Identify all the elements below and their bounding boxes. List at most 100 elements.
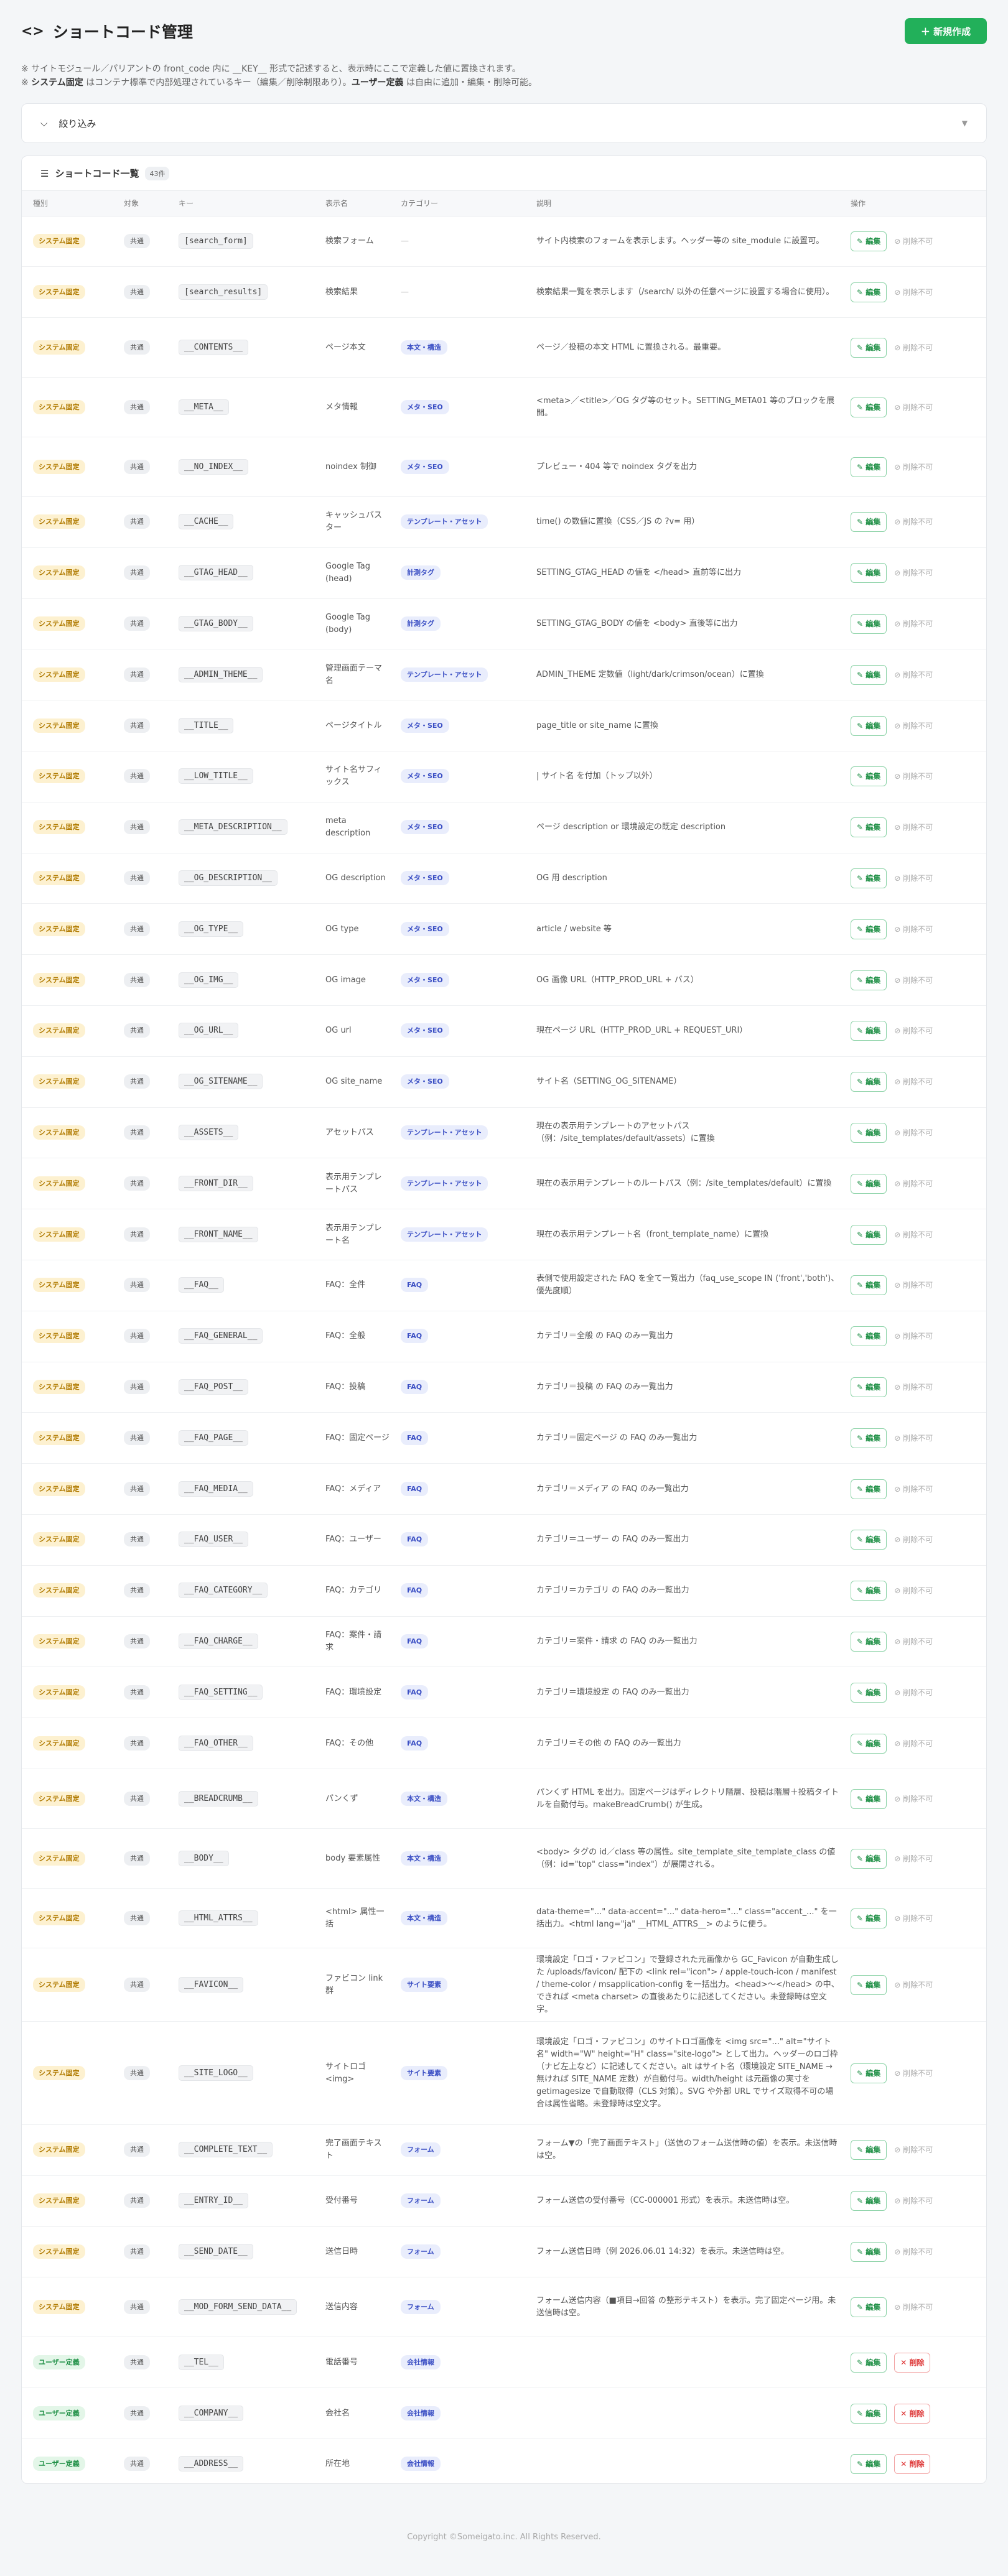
edit-button[interactable]: ✎ 編集: [851, 766, 887, 787]
row-actions: ✎ 編集 ⊘ 削除不可: [851, 868, 986, 889]
new-shortcode-button[interactable]: ＋ 新規作成: [905, 18, 987, 44]
edit-button[interactable]: ✎ 編集: [851, 1326, 887, 1347]
target-badge: 共通: [124, 972, 150, 987]
edit-button[interactable]: ✎ 編集: [851, 2063, 887, 2083]
table-row: システム固定 共通 __NO_INDEX__ noindex 制御 メタ・SEO プレビュ…: [22, 437, 986, 498]
edit-button[interactable]: ✎ 編集: [851, 868, 887, 889]
edit-button[interactable]: ✎ 編集: [851, 919, 887, 939]
edit-button[interactable]: ✎ 編集: [851, 715, 887, 736]
shortcode-key: __FRONT_NAME__: [179, 1226, 258, 1242]
display-name: 表示用テンプレート名: [314, 1209, 390, 1261]
delete-disabled: ⊘ 削除不可: [894, 569, 933, 578]
display-name: FAQ：投稿: [314, 1362, 390, 1413]
edit-button[interactable]: ✎ 編集: [851, 614, 887, 635]
shortcode-key: __FAQ_USER__: [179, 1532, 248, 1548]
category-badge: テンプレート・アセット: [401, 1125, 488, 1140]
edit-button[interactable]: ✎ 編集: [851, 1072, 887, 1092]
category-badge: 会社情報: [401, 2457, 441, 2471]
type-badge: ユーザー定義: [33, 2406, 85, 2420]
edit-button[interactable]: ✎ 編集: [851, 512, 887, 532]
edit-button[interactable]: ✎ 編集: [851, 457, 887, 477]
target-badge: 共通: [124, 1125, 150, 1140]
edit-button[interactable]: ✎ 編集: [851, 2191, 887, 2211]
edit-button[interactable]: ✎ 編集: [851, 2403, 887, 2424]
page-title-text: ショートコード管理: [52, 23, 193, 41]
display-name: OG site_name: [314, 1056, 390, 1108]
type-badge: システム固定: [33, 1791, 85, 1806]
edit-button[interactable]: ✎ 編集: [851, 1788, 887, 1809]
delete-button[interactable]: ✕ 削除: [894, 2403, 931, 2424]
edit-button[interactable]: ✎ 編集: [851, 1530, 887, 1550]
edit-button[interactable]: ✎ 編集: [851, 664, 887, 685]
filter-label: 絞り込み: [58, 118, 96, 129]
edit-button[interactable]: ✎ 編集: [851, 1733, 887, 1754]
delete-disabled: ⊘ 削除不可: [894, 1854, 933, 1863]
display-name: 表示用テンプレートパス: [314, 1158, 390, 1210]
table-row: システム固定 共通 __FAQ_SETTING__ FAQ：環境設定 FAQ カテゴリ＝環…: [22, 1667, 986, 1719]
edit-button[interactable]: ✎ 編集: [851, 1581, 887, 1601]
edit-button[interactable]: ✎ 編集: [851, 563, 887, 584]
edit-button[interactable]: ✎ 編集: [851, 337, 887, 358]
table-row: システム固定 共通 __MOD_FORM_SEND_DATA__ 送信内容 フォーム フォ…: [22, 2277, 986, 2338]
edit-button[interactable]: ✎ 編集: [851, 2454, 887, 2475]
delete-disabled: ⊘ 削除不可: [894, 874, 933, 883]
table-row: ユーザー定義 共通 __ADDRESS__ 所在地 会社情報 ✎ 編集 ✕ 削除: [22, 2439, 986, 2483]
edit-button[interactable]: ✎ 編集: [851, 1275, 887, 1296]
delete-button[interactable]: ✕ 削除: [894, 2454, 931, 2475]
edit-button[interactable]: ✎ 編集: [851, 1908, 887, 1928]
note-bold-system: システム固定: [31, 78, 83, 88]
edit-button[interactable]: ✎ 編集: [851, 970, 887, 990]
delete-disabled: ⊘ 削除不可: [894, 2146, 933, 2155]
delete-button[interactable]: ✕ 削除: [894, 2352, 931, 2373]
edit-button[interactable]: ✎ 編集: [851, 397, 887, 417]
row-actions: ✎ 編集 ⊘ 削除不可: [851, 1021, 986, 1041]
display-name: meta description: [314, 802, 390, 853]
target-badge: 共通: [124, 718, 150, 733]
table-row: システム固定 共通 __OG_DESCRIPTION__ OG description…: [22, 853, 986, 904]
edit-button[interactable]: ✎ 編集: [851, 2242, 887, 2262]
list-icon: ☰: [40, 167, 49, 179]
type-badge: システム固定: [33, 1977, 85, 1992]
delete-disabled: ⊘ 削除不可: [894, 975, 933, 985]
display-name: 送信内容: [314, 2277, 390, 2338]
edit-button[interactable]: ✎ 編集: [851, 1021, 887, 1041]
shortcode-key: __GTAG_HEAD__: [179, 565, 253, 581]
edit-button[interactable]: ✎ 編集: [851, 2140, 887, 2160]
edit-button[interactable]: ✎ 編集: [851, 1632, 887, 1652]
edit-button[interactable]: ✎ 編集: [851, 282, 887, 302]
target-badge: 共通: [124, 667, 150, 682]
category-badge: フォーム: [401, 2244, 441, 2259]
shortcode-key: __FAQ_MEDIA__: [179, 1481, 253, 1497]
edit-button[interactable]: ✎ 編集: [851, 1974, 887, 1995]
edit-button[interactable]: ✎ 編集: [851, 2297, 887, 2317]
row-actions: ✎ 編集 ⊘ 削除不可: [851, 970, 986, 990]
delete-disabled: ⊘ 削除不可: [894, 343, 933, 352]
display-name: OG image: [314, 954, 390, 1007]
edit-button[interactable]: ✎ 編集: [851, 1479, 887, 1499]
filter-toggle[interactable]: ⌵ 絞り込み ▼: [21, 103, 987, 143]
target-badge: 共通: [124, 233, 150, 248]
description: カテゴリ＝案件・請求 の FAQ のみ一覧出力: [525, 1616, 839, 1668]
row-actions: ✎ 編集 ⊘ 削除不可: [851, 2140, 986, 2160]
edit-button[interactable]: ✎ 編集: [851, 817, 887, 838]
row-actions: ✎ 編集 ⊘ 削除不可: [851, 1581, 986, 1601]
edit-button[interactable]: ✎ 編集: [851, 1428, 887, 1448]
edit-button[interactable]: ✎ 編集: [851, 231, 887, 251]
edit-button[interactable]: ✎ 編集: [851, 1682, 887, 1703]
display-name: FAQ：環境設定: [314, 1667, 390, 1719]
edit-button[interactable]: ✎ 編集: [851, 1848, 887, 1869]
table-row: システム固定 共通 __FAQ_GENERAL__ FAQ：全般 FAQ カテゴリ＝全般 …: [22, 1311, 986, 1362]
display-name: 所在地: [314, 2439, 390, 2483]
target-badge: 共通: [124, 565, 150, 580]
edit-button[interactable]: ✎ 編集: [851, 1123, 887, 1143]
display-name: 検索フォーム: [314, 216, 390, 267]
row-actions: ✎ 編集 ⊘ 削除不可: [851, 1848, 986, 1869]
edit-button[interactable]: ✎ 編集: [851, 1173, 887, 1194]
edit-button[interactable]: ✎ 編集: [851, 1224, 887, 1245]
edit-button[interactable]: ✎ 編集: [851, 1377, 887, 1398]
description: 現在の表示用テンプレートのアセットパス（例：/site_templates/de…: [525, 1107, 839, 1159]
category-badge: FAQ: [401, 1583, 429, 1598]
row-actions: ✎ 編集 ⊘ 削除不可: [851, 1224, 986, 1245]
display-name: 管理画面テーマ名: [314, 649, 390, 701]
edit-button[interactable]: ✎ 編集: [851, 2352, 887, 2373]
